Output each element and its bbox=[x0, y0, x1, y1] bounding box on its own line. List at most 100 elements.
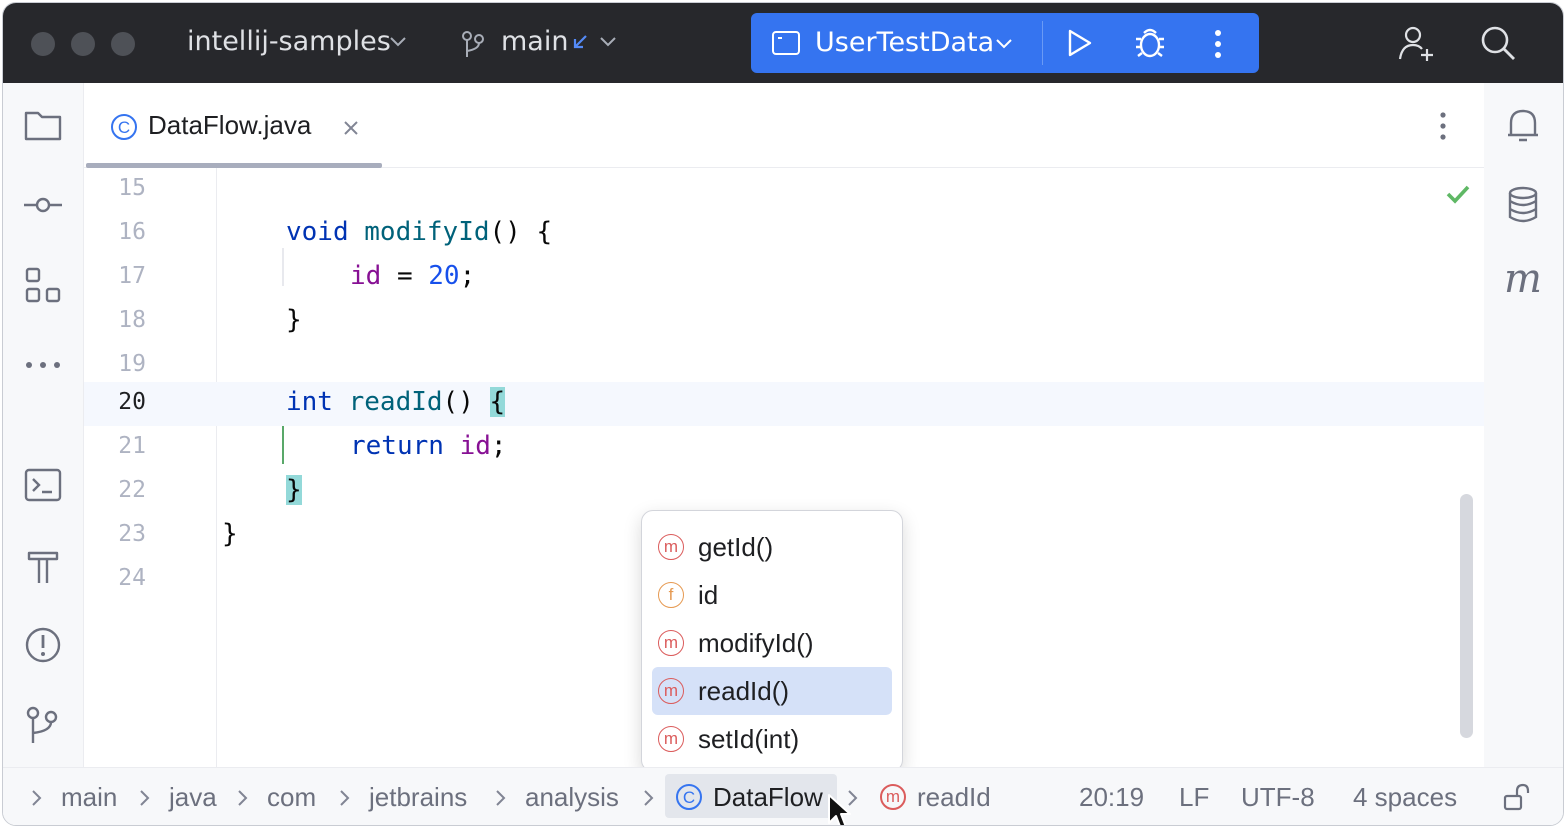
line-number: 16 bbox=[118, 219, 146, 245]
popup-item-label: getId() bbox=[698, 532, 774, 562]
database-icon[interactable] bbox=[1503, 185, 1543, 225]
popup-item-label: setId(int) bbox=[698, 724, 800, 754]
current-code-line: 20 int readId() { bbox=[84, 382, 1484, 426]
inspection-ok-checkmark-icon[interactable] bbox=[1446, 184, 1470, 204]
class-icon: C bbox=[111, 114, 137, 140]
method-icon: m bbox=[880, 784, 906, 810]
chevron-down-icon bbox=[390, 37, 406, 47]
mouse-cursor-icon bbox=[828, 794, 851, 825]
popup-item-getid[interactable]: m getId() bbox=[652, 523, 892, 571]
number-literal: 20 bbox=[428, 261, 460, 291]
code-line: 21 return id; bbox=[84, 426, 1484, 470]
indent-setting[interactable]: 4 spaces bbox=[1353, 782, 1457, 813]
keyword: return bbox=[350, 431, 444, 461]
terminal-icon[interactable] bbox=[23, 465, 63, 505]
more-horizontal-icon[interactable] bbox=[23, 345, 63, 385]
vertical-scrollbar[interactable] bbox=[1460, 494, 1473, 738]
keyword: void bbox=[286, 217, 349, 247]
line-number: 20 bbox=[118, 389, 146, 415]
code-text: int readId() { bbox=[286, 387, 506, 417]
code-operator: = bbox=[381, 261, 429, 291]
folder-icon[interactable] bbox=[23, 105, 63, 145]
method-name: readId bbox=[348, 387, 443, 417]
breadcrumb-class[interactable]: DataFlow bbox=[713, 782, 823, 813]
status-bar: main java com jetbrains analysis C DataF… bbox=[3, 767, 1563, 825]
line-number: 24 bbox=[118, 565, 146, 591]
svg-text:C: C bbox=[118, 118, 130, 137]
breadcrumb-main[interactable]: main bbox=[61, 782, 117, 813]
more-vertical-icon[interactable] bbox=[1438, 111, 1448, 141]
add-user-icon[interactable] bbox=[1397, 23, 1437, 63]
line-number: 15 bbox=[118, 175, 146, 201]
chevron-right-icon bbox=[644, 790, 654, 806]
code-punct: () bbox=[442, 387, 490, 417]
line-number: 23 bbox=[118, 521, 146, 547]
run-widget: UserTestData bbox=[751, 13, 1259, 73]
structure-icon[interactable] bbox=[23, 265, 63, 305]
maven-icon[interactable]: m bbox=[1503, 259, 1543, 299]
tab-dataflow-java[interactable]: C DataFlow.java bbox=[84, 83, 384, 168]
notifications-icon[interactable] bbox=[1503, 105, 1543, 145]
svg-text:m: m bbox=[886, 787, 900, 806]
close-icon[interactable] bbox=[342, 119, 360, 137]
code-text: id = 20; bbox=[350, 261, 475, 291]
method-icon: m bbox=[658, 678, 684, 704]
debug-bug-icon[interactable] bbox=[1133, 25, 1167, 61]
class-icon: C bbox=[676, 784, 702, 810]
git-branch-icon bbox=[462, 31, 484, 57]
breadcrumb-analysis[interactable]: analysis bbox=[525, 782, 619, 813]
code-line: 15 bbox=[84, 168, 1484, 212]
git-branch-icon[interactable] bbox=[23, 705, 63, 745]
method-icon: m bbox=[658, 534, 684, 560]
editor-tab-bar: C DataFlow.java bbox=[84, 83, 1484, 168]
popup-item-label: readId() bbox=[698, 676, 790, 706]
search-icon[interactable] bbox=[1479, 24, 1517, 62]
popup-item-modifyid[interactable]: m modifyId() bbox=[652, 619, 892, 667]
matched-brace: { bbox=[489, 387, 506, 417]
caret-position[interactable]: 20:19 bbox=[1079, 782, 1144, 813]
minimize-window-button[interactable] bbox=[71, 32, 95, 56]
breadcrumb-java[interactable]: java bbox=[169, 782, 217, 813]
chevron-right-icon bbox=[32, 790, 42, 806]
field-icon: f bbox=[658, 582, 684, 608]
line-number: 17 bbox=[118, 263, 146, 289]
project-name: intellij-samples bbox=[187, 26, 391, 57]
line-number: 19 bbox=[118, 351, 146, 377]
line-separator[interactable]: LF bbox=[1179, 782, 1209, 813]
breadcrumb-method[interactable]: readId bbox=[917, 782, 991, 813]
matched-brace: } bbox=[286, 475, 302, 505]
chevron-down-icon bbox=[996, 39, 1012, 49]
keyword: int bbox=[286, 387, 333, 417]
svg-text:C: C bbox=[683, 788, 695, 807]
more-vertical-icon[interactable] bbox=[1213, 29, 1223, 59]
build-hammer-icon[interactable] bbox=[23, 545, 63, 585]
line-number: 21 bbox=[118, 433, 146, 459]
run-config-name: UserTestData bbox=[815, 27, 995, 58]
code-punct: ; bbox=[459, 261, 476, 291]
popup-item-setid[interactable]: m setId(int) bbox=[652, 715, 892, 763]
branch-name: main bbox=[501, 26, 569, 57]
breadcrumb-jetbrains[interactable]: jetbrains bbox=[369, 782, 467, 813]
chevron-right-icon bbox=[238, 790, 248, 806]
problems-icon[interactable] bbox=[23, 625, 63, 665]
right-tool-window-bar: m bbox=[1482, 83, 1563, 767]
ide-window: intellij-samples main UserTestData m C D… bbox=[2, 2, 1564, 826]
commit-icon[interactable] bbox=[23, 185, 63, 225]
field-ref: id bbox=[350, 261, 382, 291]
line-number: 22 bbox=[118, 477, 146, 503]
method-name: modifyId bbox=[364, 217, 490, 247]
close-window-button[interactable] bbox=[31, 32, 55, 56]
chevron-right-icon bbox=[340, 790, 350, 806]
popup-item-readid-selected[interactable]: m readId() bbox=[652, 667, 892, 715]
chevron-right-icon bbox=[496, 790, 506, 806]
method-icon: m bbox=[658, 630, 684, 656]
popup-item-id[interactable]: f id bbox=[652, 571, 892, 619]
breadcrumb-com[interactable]: com bbox=[267, 782, 316, 813]
unlock-icon[interactable] bbox=[1501, 782, 1531, 812]
field-ref: id bbox=[459, 431, 491, 461]
file-encoding[interactable]: UTF-8 bbox=[1241, 782, 1315, 813]
maximize-window-button[interactable] bbox=[111, 32, 135, 56]
run-icon[interactable] bbox=[1063, 27, 1095, 59]
code-line: 17 id = 20; bbox=[84, 256, 1484, 300]
tab-label: DataFlow.java bbox=[148, 110, 312, 140]
